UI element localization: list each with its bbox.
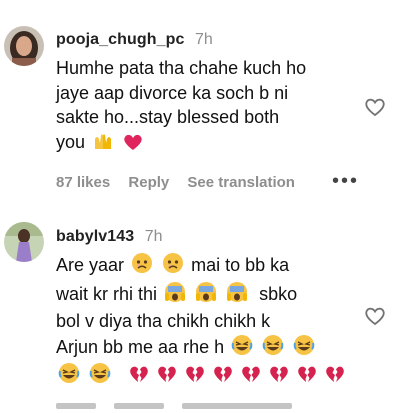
more-options-icon[interactable]: ••• [332,170,359,193]
broken-heart-emoji [184,364,206,391]
rolling-laughing-emoji [89,362,111,391]
reply-button[interactable] [114,403,165,409]
username[interactable]: babylv143 [56,228,134,245]
comment-actions-partial [56,396,306,413]
likes-count[interactable]: 87 likes [56,174,110,191]
screaming-face-emoji [195,281,217,310]
rolling-laughing-emoji [293,334,315,363]
raising-hands-emoji [92,131,114,158]
broken-heart-emoji [128,364,150,391]
broken-heart-emoji [268,364,290,391]
screaming-face-emoji [164,281,186,310]
rolling-laughing-emoji [231,334,253,363]
avatar[interactable] [4,222,44,262]
timestamp: 7h [194,31,213,48]
pink-heart-emoji [123,133,143,158]
reply-button[interactable]: Reply [128,174,169,191]
likes-count[interactable] [56,403,96,409]
timestamp: 7h [144,228,163,245]
broken-heart-emoji [212,364,234,391]
emoji-row [56,362,356,391]
broken-heart-emoji [240,364,262,391]
disappointed-face-emoji [131,252,153,281]
rolling-laughing-emoji [58,362,80,391]
comment-actions: 87 likes Reply See translation [56,174,309,191]
rolling-laughing-emoji [262,334,284,363]
comment-text: Are yaar mai to bb ka wait kr rhi thi sb… [56,252,356,391]
comment-text: Humhe pata tha chahe kuch ho jaye aap di… [56,56,356,157]
see-translation-button[interactable]: See translation [187,174,295,191]
broken-heart-emoji [296,364,318,391]
broken-heart-emoji [324,364,346,391]
see-translation-button[interactable] [182,403,293,409]
like-heart-icon[interactable] [364,97,386,117]
avatar[interactable] [4,26,44,66]
disappointed-face-emoji [162,252,184,281]
screaming-face-emoji [226,281,248,310]
like-heart-icon[interactable] [364,306,386,326]
username[interactable]: pooja_chugh_pc [56,31,185,48]
broken-heart-emoji [156,364,178,391]
